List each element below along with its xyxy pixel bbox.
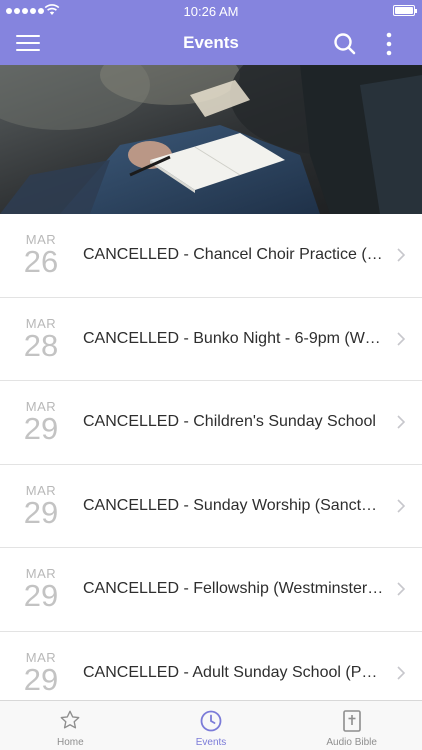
event-row[interactable]: MAR 26 CANCELLED - Chancel Choir Practic… bbox=[0, 214, 422, 298]
tab-label: Audio Bible bbox=[326, 737, 377, 748]
event-day: 29 bbox=[23, 411, 59, 446]
chevron-right-icon bbox=[397, 331, 405, 346]
chevron-right-icon bbox=[397, 498, 405, 513]
bible-icon bbox=[342, 710, 361, 732]
tab-audio-bible[interactable]: Audio Bible bbox=[281, 701, 422, 750]
hero-photo bbox=[0, 65, 422, 214]
event-day: 29 bbox=[23, 578, 59, 613]
event-day: 29 bbox=[23, 494, 59, 530]
event-row[interactable]: MAR 29 CANCELLED - Adult Sunday School (… bbox=[0, 632, 422, 701]
more-vertical-icon[interactable] bbox=[380, 30, 398, 58]
status-time: 10:26 AM bbox=[183, 4, 239, 19]
event-row[interactable]: MAR 28 CANCELLED - Bunko Night - 6-9pm (… bbox=[0, 298, 422, 381]
event-title: CANCELLED - Children's Sunday School bbox=[83, 413, 376, 430]
tab-bar: Home Events Audio Bible bbox=[0, 700, 422, 750]
hero-image bbox=[0, 65, 422, 214]
event-title: CANCELLED - Bunko Night - 6-9pm (Westmin… bbox=[83, 329, 385, 347]
event-title: CANCELLED - Chancel Choir Practice (Choi… bbox=[83, 246, 385, 263]
nav-bar: Events bbox=[0, 22, 422, 65]
chevron-right-icon bbox=[397, 665, 405, 680]
clock-icon bbox=[200, 710, 222, 732]
chevron-right-icon bbox=[397, 415, 405, 429]
search-icon[interactable] bbox=[332, 31, 358, 57]
hamburger-menu-icon[interactable] bbox=[16, 30, 46, 56]
event-title: CANCELLED - Fellowship (Westminster Hall… bbox=[83, 580, 385, 597]
event-row[interactable]: MAR 29 CANCELLED - Fellowship (Westminst… bbox=[0, 548, 422, 632]
event-day: 26 bbox=[23, 244, 59, 279]
tab-label: Events bbox=[195, 737, 227, 748]
tab-events[interactable]: Events bbox=[141, 701, 282, 750]
tab-home[interactable]: Home bbox=[0, 701, 141, 750]
event-day: 28 bbox=[23, 327, 59, 363]
event-row[interactable]: MAR 29 CANCELLED - Children's Sunday Sch… bbox=[0, 381, 422, 465]
tab-label: Home bbox=[56, 737, 84, 748]
page-title: Events bbox=[183, 33, 239, 52]
event-title: CANCELLED - Adult Sunday School (Parlor) bbox=[83, 663, 385, 681]
status-bar: 10:26 AM bbox=[0, 0, 422, 22]
event-list: MAR 26 CANCELLED - Chancel Choir Practic… bbox=[0, 214, 422, 700]
star-icon bbox=[60, 710, 80, 729]
events-screen: 10:26 AM Events MAR 26 CANCELLED - Chanc… bbox=[0, 0, 422, 750]
event-title: CANCELLED - Sunday Worship (Sanctuary) bbox=[83, 496, 385, 514]
event-day: 29 bbox=[23, 661, 59, 697]
battery-icon bbox=[393, 5, 417, 16]
chevron-right-icon bbox=[397, 248, 405, 262]
event-row[interactable]: MAR 29 CANCELLED - Sunday Worship (Sanct… bbox=[0, 465, 422, 548]
top-bar: 10:26 AM Events bbox=[0, 0, 422, 65]
chevron-right-icon bbox=[397, 582, 405, 596]
